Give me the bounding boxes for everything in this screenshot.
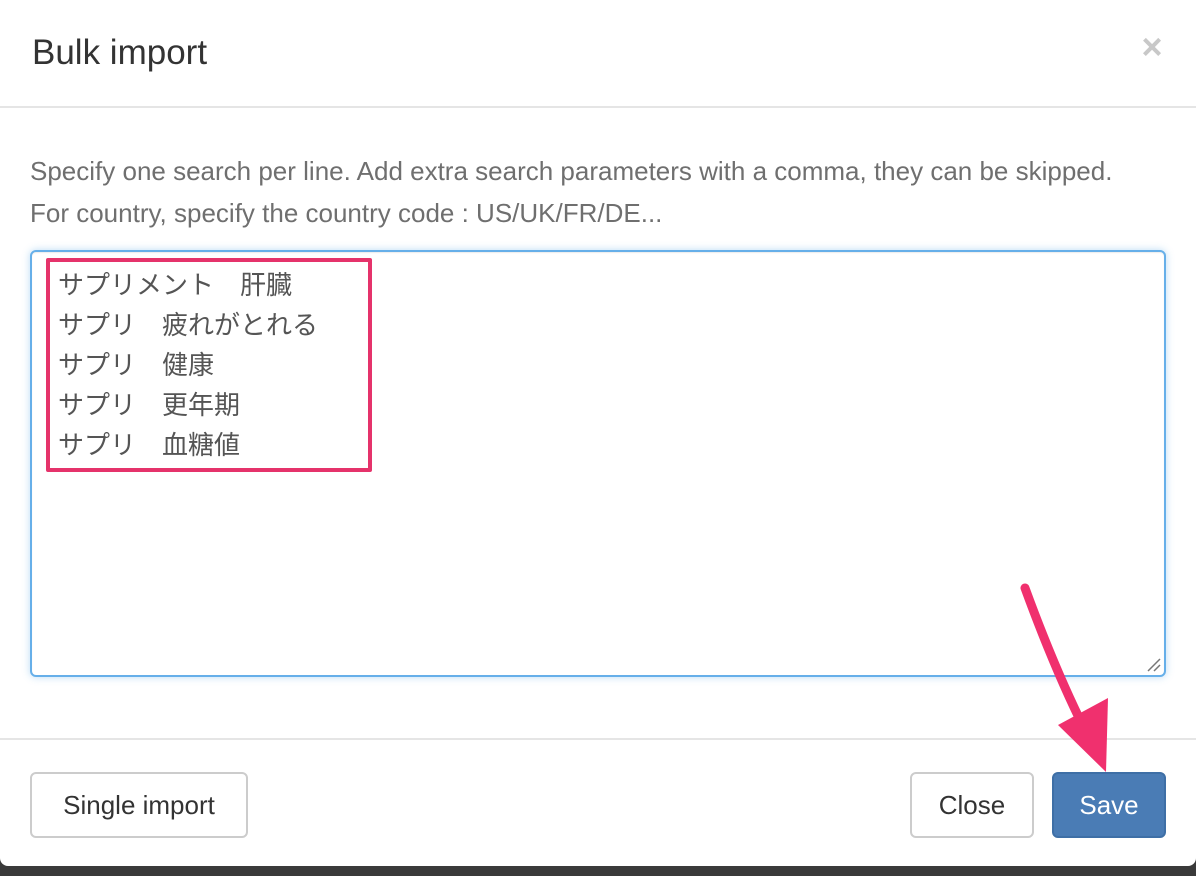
close-button[interactable]: Close <box>910 772 1034 838</box>
save-button[interactable]: Save <box>1052 772 1166 838</box>
modal-body: Specify one search per line. Add extra s… <box>0 108 1196 738</box>
search-line: サプリ 更年期 <box>58 391 241 421</box>
single-import-button[interactable]: Single import <box>30 772 248 838</box>
close-icon[interactable]: × <box>1138 29 1166 65</box>
modal-title: Bulk import <box>32 33 208 72</box>
searches-textarea[interactable]: サプリメント 肝臓 サプリ 疲れがとれる サプリ 健康 サプリ 更年期 サプリ … <box>30 250 1166 677</box>
bulk-import-modal: Bulk import × Specify one search per lin… <box>0 0 1196 866</box>
resize-grip-icon[interactable] <box>1145 656 1161 672</box>
modal-header: Bulk import × <box>0 0 1196 108</box>
search-line: サプリ 血糖値 <box>58 431 241 461</box>
help-text: Specify one search per line. Add extra s… <box>30 156 1113 228</box>
search-line: サプリ 健康 <box>58 351 215 381</box>
search-line: サプリ 疲れがとれる <box>58 311 319 341</box>
search-line: サプリメント 肝臓 <box>58 271 293 301</box>
search-lines: サプリメント 肝臓 サプリ 疲れがとれる サプリ 健康 サプリ 更年期 サプリ … <box>58 266 318 466</box>
modal-footer: Single import Close Save <box>0 738 1196 866</box>
